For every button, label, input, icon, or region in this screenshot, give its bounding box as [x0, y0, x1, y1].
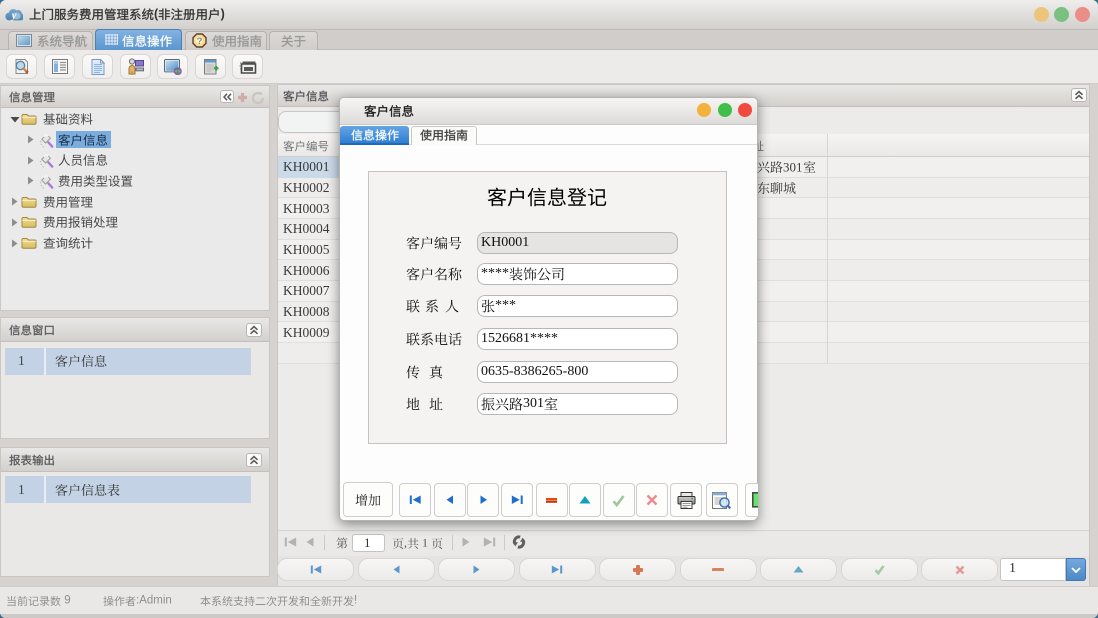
svg-text:?: ? [197, 36, 203, 47]
svg-text:y: y [10, 11, 17, 22]
